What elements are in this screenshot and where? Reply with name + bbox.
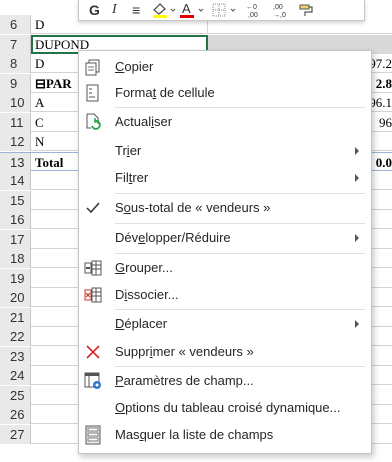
format-painter-icon bbox=[299, 4, 313, 16]
menu-separator bbox=[115, 223, 365, 224]
row-number[interactable]: 16 bbox=[0, 210, 31, 229]
menu-separator bbox=[115, 309, 365, 310]
row-number[interactable]: 21 bbox=[0, 307, 31, 327]
menu-item-label: Filtrer bbox=[115, 170, 149, 185]
menu-item-sous-total-de-vendeurs[interactable]: Sous-total de « vendeurs » bbox=[79, 195, 371, 221]
menu-item-parametres-de-champ[interactable]: Paramètres de champ... bbox=[79, 368, 371, 394]
row-number[interactable]: 20 bbox=[0, 288, 31, 307]
field-settings-icon bbox=[83, 371, 103, 391]
font-color-icon: A bbox=[180, 1, 204, 18]
row-number[interactable]: 25 bbox=[0, 385, 31, 405]
font-color-button[interactable]: A bbox=[179, 1, 207, 19]
bold-button[interactable]: G bbox=[89, 1, 100, 19]
submenu-arrow-icon bbox=[355, 147, 359, 155]
row-number[interactable]: 15 bbox=[0, 190, 31, 210]
row-number[interactable]: 18 bbox=[0, 249, 31, 268]
menu-item-label: Format de cellule bbox=[115, 85, 215, 100]
borders-icon bbox=[212, 3, 236, 17]
menu-item-label: Déplacer bbox=[115, 316, 168, 331]
menu-item-label: Sous-total de « vendeurs » bbox=[115, 200, 271, 215]
submenu-arrow-icon bbox=[355, 174, 359, 182]
format-cell-icon bbox=[83, 83, 103, 103]
svg-text:A: A bbox=[182, 1, 191, 16]
row-number[interactable]: 19 bbox=[0, 268, 31, 288]
menu-separator bbox=[115, 366, 365, 367]
context-menu: Copier Format de cellule Actualiser Trier Fi… bbox=[78, 50, 372, 454]
group-icon bbox=[83, 258, 103, 278]
menu-item-label: Trier bbox=[115, 143, 142, 158]
menu-item-label: Paramètres de champ... bbox=[115, 373, 254, 388]
borders-button[interactable] bbox=[211, 1, 239, 19]
row-number[interactable]: 24 bbox=[0, 366, 31, 385]
submenu-arrow-icon bbox=[355, 234, 359, 242]
menu-item-developper-reduire[interactable]: Développer/Réduire bbox=[79, 225, 371, 251]
menu-item-trier[interactable]: Trier bbox=[79, 138, 371, 164]
row-number[interactable]: 14 bbox=[0, 171, 31, 190]
increase-decimal-button[interactable]: ←0 ,00 bbox=[244, 1, 268, 19]
row-number[interactable]: 23 bbox=[0, 346, 31, 366]
row-number[interactable]: 10 bbox=[0, 93, 31, 112]
row-number[interactable]: 7 bbox=[0, 34, 31, 54]
menu-item-deplacer[interactable]: Déplacer bbox=[79, 311, 371, 337]
row-number[interactable]: 22 bbox=[0, 327, 31, 346]
menu-item-label: Dissocier... bbox=[115, 287, 179, 302]
menu-item-label: Grouper... bbox=[115, 260, 173, 275]
field-list-icon bbox=[83, 425, 103, 445]
menu-item-format-de-cellule[interactable]: Format de cellule bbox=[79, 80, 371, 106]
row-number[interactable]: 27 bbox=[0, 424, 31, 444]
submenu-arrow-icon bbox=[355, 320, 359, 328]
align-center-button[interactable]: ≡ bbox=[132, 1, 140, 19]
menu-separator bbox=[115, 253, 365, 254]
menu-separator bbox=[115, 107, 365, 108]
menu-item-label: Supprimer « vendeurs » bbox=[115, 344, 254, 359]
menu-item-label: Actualiser bbox=[115, 114, 173, 129]
menu-item-masquer-la-liste-de-champs[interactable]: Masquer la liste de champs bbox=[79, 422, 371, 448]
menu-item-label: Copier bbox=[115, 59, 154, 74]
fill-color-icon bbox=[153, 3, 176, 18]
menu-item-label: Masquer la liste de champs bbox=[115, 427, 274, 442]
delete-x-icon bbox=[83, 342, 103, 362]
menu-item-copier[interactable]: Copier bbox=[79, 54, 371, 80]
row-number[interactable]: 26 bbox=[0, 405, 31, 424]
menu-item-options-du-tableau-croise-dynamique[interactable]: Options du tableau croisé dynamique... bbox=[79, 395, 371, 421]
row-number[interactable]: 8 bbox=[0, 54, 31, 73]
italic-button[interactable]: I bbox=[112, 1, 117, 19]
svg-text:,00: ,00 bbox=[248, 12, 258, 19]
menu-item-label: Développer/Réduire bbox=[115, 230, 231, 245]
menu-item-filtrer[interactable]: Filtrer bbox=[79, 165, 371, 191]
row-number[interactable]: 17 bbox=[0, 229, 31, 249]
svg-text:←0: ←0 bbox=[246, 4, 257, 11]
svg-text:→,0: →,0 bbox=[273, 12, 286, 19]
decrease-decimal-button[interactable]: ,00 →,0 bbox=[271, 1, 295, 19]
format-painter-button[interactable] bbox=[297, 1, 317, 19]
menu-item-dissocier[interactable]: Dissocier... bbox=[79, 282, 371, 308]
mini-toolbar: G I ≡ A ←0 ,00 ,00 →,0 bbox=[78, 0, 365, 21]
ungroup-icon bbox=[83, 285, 103, 305]
menu-separator bbox=[115, 193, 365, 194]
row-number[interactable]: 11 bbox=[0, 112, 31, 132]
svg-text:,00: ,00 bbox=[273, 4, 283, 11]
menu-item-supprimer-vendeurs[interactable]: Supprimer « vendeurs » bbox=[79, 339, 371, 365]
fill-color-button[interactable] bbox=[151, 1, 177, 19]
row-number[interactable]: 13 bbox=[0, 152, 31, 172]
menu-item-label: Options du tableau croisé dynamique... bbox=[115, 400, 341, 415]
row-number[interactable]: 6 bbox=[0, 15, 31, 34]
increase-decimal-icon: ←0 ,00 bbox=[246, 4, 258, 19]
row-number[interactable]: 9 bbox=[0, 73, 31, 93]
copy-icon bbox=[83, 57, 103, 77]
decrease-decimal-icon: ,00 →,0 bbox=[273, 4, 286, 19]
refresh-icon bbox=[83, 112, 103, 132]
row-number[interactable]: 12 bbox=[0, 132, 31, 151]
checkmark-icon bbox=[83, 198, 103, 218]
menu-item-actualiser[interactable]: Actualiser bbox=[79, 109, 371, 135]
menu-item-grouper[interactable]: Grouper... bbox=[79, 255, 371, 281]
